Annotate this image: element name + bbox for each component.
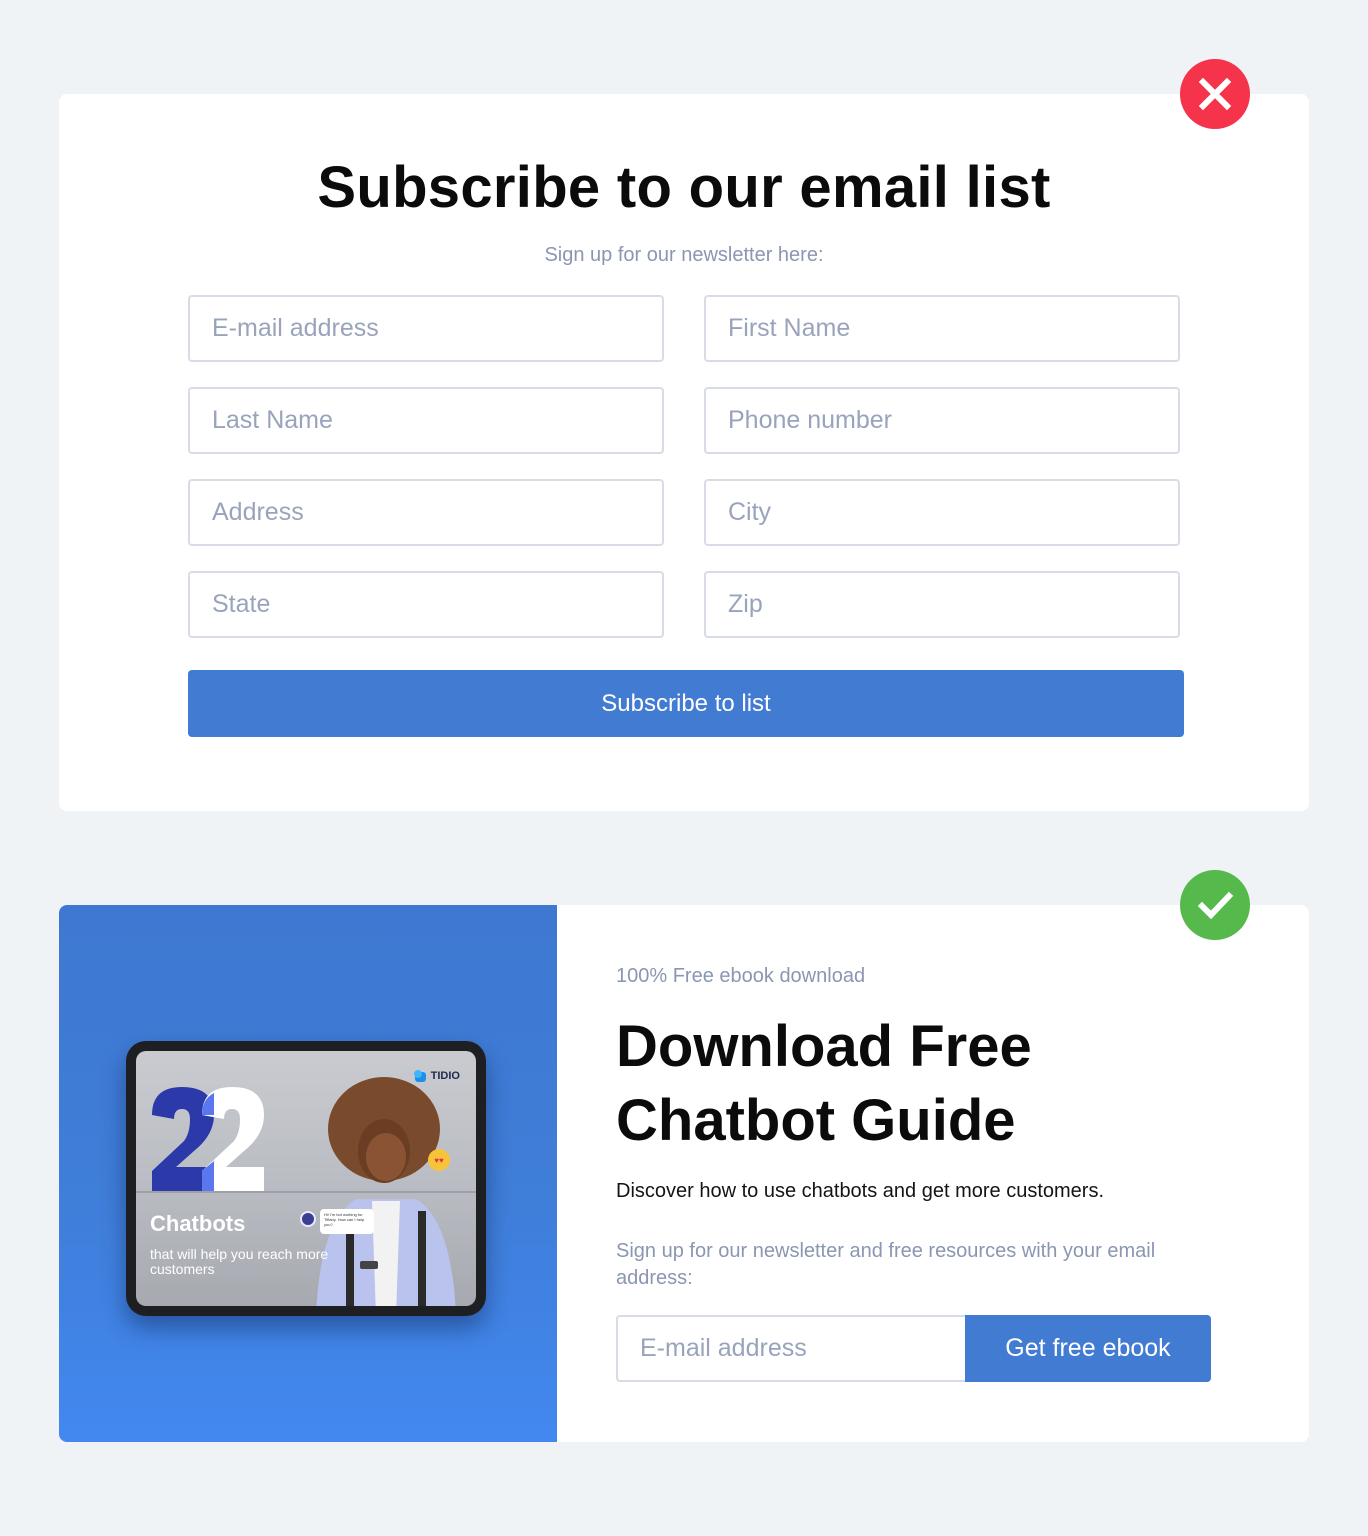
ebook-cover-title: Chatbots <box>150 1211 246 1236</box>
address-input[interactable] <box>188 479 664 546</box>
ebook-cover-tagline: that will help you reach more customers <box>150 1246 329 1277</box>
bot-avatar-icon <box>300 1211 316 1227</box>
offer-title-line-1: Download Free <box>616 1014 1032 1079</box>
close-icon <box>1198 77 1232 111</box>
subscribe-form-card: Subscribe to our email list Sign up for … <box>59 94 1309 811</box>
form-subtitle: Sign up for our newsletter here: <box>544 244 824 266</box>
chat-bubble: Hi! I'm bot working for Tiffany. How can… <box>320 1209 374 1234</box>
offer-title-line-2: Chatbot Guide <box>616 1088 1016 1153</box>
first-name-input[interactable] <box>704 295 1180 362</box>
offer-note: Sign up for our newsletter and free reso… <box>616 1240 1156 1289</box>
subscribe-button[interactable]: Subscribe to list <box>188 670 1184 737</box>
offer-title: Download Free Chatbot Guide <box>616 1010 1216 1158</box>
ebook-cover-tablet: TIDIO Hi! I'm bot working for Tiffany. H… <box>126 1041 486 1316</box>
offer-kicker: 100% Free ebook download <box>616 965 866 987</box>
bad-example-badge <box>1180 59 1250 129</box>
number-22-graphic <box>152 1087 264 1191</box>
ebook-email-input[interactable] <box>616 1315 968 1382</box>
phone-input[interactable] <box>704 387 1180 454</box>
checkmark-icon <box>1197 891 1234 920</box>
last-name-input[interactable] <box>188 387 664 454</box>
ebook-cover: TIDIO Hi! I'm bot working for Tiffany. H… <box>136 1051 476 1306</box>
good-example-badge <box>1180 870 1250 940</box>
ebook-promo-panel: TIDIO Hi! I'm bot working for Tiffany. H… <box>59 905 557 1442</box>
get-free-ebook-button[interactable]: Get free ebook <box>965 1315 1211 1382</box>
heart-eyes-emoji-icon: ♥♥ <box>428 1149 450 1171</box>
zip-input[interactable] <box>704 571 1180 638</box>
email-input[interactable] <box>188 295 664 362</box>
city-input[interactable] <box>704 479 1180 546</box>
state-input[interactable] <box>188 571 664 638</box>
offer-description: Discover how to use chatbots and get mor… <box>616 1180 1105 1202</box>
ebook-offer-card: TIDIO Hi! I'm bot working for Tiffany. H… <box>59 905 1309 1442</box>
form-title: Subscribe to our email list <box>317 155 1051 220</box>
